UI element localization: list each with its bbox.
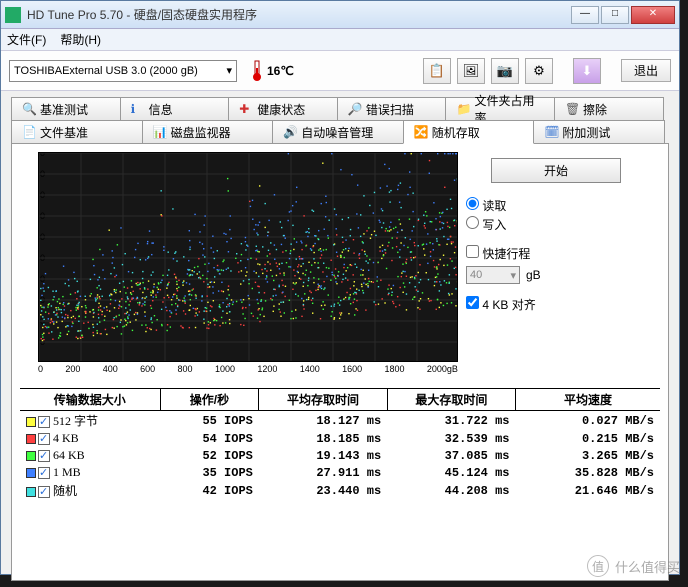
screenshot-button[interactable]: 🖼 <box>457 58 485 84</box>
menu-bar: 文件(F) 帮助(H) <box>1 29 679 51</box>
table-row: 512 字节55 IOPS18.127 ms31.722 ms0.027 MB/… <box>20 411 660 431</box>
table-row: 随机42 IOPS23.440 ms44.208 ms21.646 MB/s <box>20 481 660 500</box>
drive-select-value: TOSHIBAExternal USB 3.0 (2000 gB) <box>14 65 198 77</box>
tab-panel-random-access: ms 5.010.015.020.025.030.035.040.045.050… <box>11 143 669 581</box>
table-row: 4 KB54 IOPS18.185 ms32.539 ms0.215 MB/s <box>20 430 660 447</box>
watermark-icon: 值 <box>587 555 609 577</box>
tab-icon: ✚ <box>239 102 253 116</box>
app-icon <box>5 7 21 23</box>
row-checkbox[interactable] <box>38 416 50 428</box>
tab-0[interactable]: 🔍基准测试 <box>11 97 121 121</box>
tab-5[interactable]: 🗑擦除 <box>554 97 664 121</box>
watermark: 值 什么值得买 <box>587 555 680 577</box>
tab-icon: 📊 <box>153 125 167 139</box>
toolbar: TOSHIBAExternal USB 3.0 (2000 gB) ▾ 16℃ … <box>1 51 679 91</box>
tab-icon: 🔍 <box>22 102 36 116</box>
camera-button[interactable]: 📷 <box>491 58 519 84</box>
tab-bar-2: 📄文件基准📊磁盘监视器🔊自动噪音管理🔀随机存取🗓附加测试 <box>11 120 669 143</box>
maximize-button[interactable]: □ <box>601 6 629 24</box>
tab-icon: 📄 <box>22 125 36 139</box>
radio-write[interactable]: 写入 <box>466 216 646 233</box>
col-header: 最大存取时间 <box>387 389 515 411</box>
checkbox-short-stroke[interactable]: 快捷行程 <box>466 245 646 262</box>
menu-help[interactable]: 帮助(H) <box>60 31 101 48</box>
temperature-display: 16℃ <box>251 60 294 82</box>
col-header: 传输数据大小 <box>20 389 160 411</box>
temperature-value: 16℃ <box>267 64 294 78</box>
tab-icon: ℹ <box>131 102 145 116</box>
title-bar[interactable]: HD Tune Pro 5.70 - 硬盘/固态硬盘实用程序 — □ ✕ <box>1 1 679 29</box>
results-table: 传输数据大小操作/秒平均存取时间最大存取时间平均速度 512 字节55 IOPS… <box>20 388 660 500</box>
tab-icon: 🔊 <box>283 125 297 139</box>
tab-4[interactable]: 📁文件夹占用率 <box>445 97 555 121</box>
copy-info-button[interactable]: 📋 <box>423 58 451 84</box>
row-checkbox[interactable] <box>38 450 50 462</box>
tab2-3[interactable]: 🔀随机存取 <box>403 120 535 144</box>
tab2-2[interactable]: 🔊自动噪音管理 <box>272 120 404 144</box>
window-title: HD Tune Pro 5.70 - 硬盘/固态硬盘实用程序 <box>27 6 571 23</box>
row-checkbox[interactable] <box>38 467 50 479</box>
settings-button[interactable]: ⚙ <box>525 58 553 84</box>
tab-3[interactable]: 🔎错误扫描 <box>337 97 447 121</box>
save-button[interactable]: ⬇ <box>573 58 601 84</box>
side-controls: 开始 读取 写入 快捷行程 40▾ gB 4 KB 对齐 <box>466 152 646 374</box>
chevron-down-icon: ▾ <box>226 64 232 77</box>
scatter-chart: 5.010.015.020.025.030.035.040.045.050.0 <box>38 152 458 362</box>
row-checkbox[interactable] <box>38 486 50 498</box>
row-checkbox[interactable] <box>38 433 50 445</box>
app-window: HD Tune Pro 5.70 - 硬盘/固态硬盘实用程序 — □ ✕ 文件(… <box>0 0 680 575</box>
radio-read[interactable]: 读取 <box>466 197 646 214</box>
drive-select[interactable]: TOSHIBAExternal USB 3.0 (2000 gB) ▾ <box>9 60 237 82</box>
chart-area: ms 5.010.015.020.025.030.035.040.045.050… <box>20 152 458 374</box>
tab-2[interactable]: ✚健康状态 <box>228 97 338 121</box>
short-stroke-value[interactable]: 40▾ <box>466 266 520 284</box>
col-header: 平均速度 <box>515 389 660 411</box>
exit-button[interactable]: 退出 <box>621 59 671 82</box>
minimize-button[interactable]: — <box>571 6 599 24</box>
table-row: 64 KB52 IOPS19.143 ms37.085 ms3.265 MB/s <box>20 447 660 464</box>
tab2-1[interactable]: 📊磁盘监视器 <box>142 120 274 144</box>
tab2-0[interactable]: 📄文件基准 <box>11 120 143 144</box>
col-header: 平均存取时间 <box>259 389 387 411</box>
tab-icon: 🗓 <box>544 125 558 139</box>
short-stroke-unit: gB <box>526 268 541 282</box>
tab-bar: 🔍基准测试ℹ信息✚健康状态🔎错误扫描📁文件夹占用率🗑擦除 <box>11 97 669 120</box>
thermometer-icon <box>251 60 263 82</box>
start-button[interactable]: 开始 <box>491 158 621 183</box>
close-button[interactable]: ✕ <box>631 6 675 24</box>
tab-icon: 🔎 <box>348 102 362 116</box>
tab-icon: 📁 <box>456 102 470 116</box>
tab-icon: 🔀 <box>414 125 428 139</box>
table-row: 1 MB35 IOPS27.911 ms45.124 ms35.828 MB/s <box>20 464 660 481</box>
checkbox-4kb-align[interactable]: 4 KB 对齐 <box>466 296 646 313</box>
tab-icon: 🗑 <box>565 102 579 116</box>
col-header: 操作/秒 <box>160 389 259 411</box>
tab-1[interactable]: ℹ信息 <box>120 97 230 121</box>
menu-file[interactable]: 文件(F) <box>7 31 46 48</box>
tab2-4[interactable]: 🗓附加测试 <box>533 120 665 144</box>
